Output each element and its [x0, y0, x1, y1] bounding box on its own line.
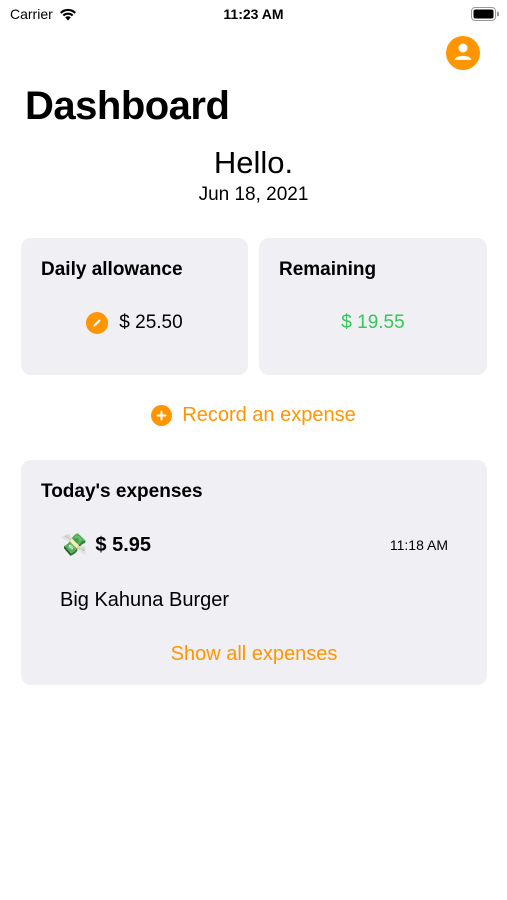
date-text: Jun 18, 2021 — [198, 184, 309, 205]
allowance-value-row: $ 25.50 — [21, 312, 248, 334]
expense-time: 11:18 AM — [389, 537, 448, 553]
record-expense-label: Record an expense — [182, 404, 356, 426]
status-bar: Carrier 11:23 AM — [0, 0, 507, 30]
remaining-title: Remaining — [279, 259, 377, 280]
expense-item[interactable]: 💸 $ 5.95 11:18 AM — [60, 532, 448, 558]
remaining-card: Remaining $ 19.55 — [259, 238, 487, 375]
status-time: 11:23 AM — [223, 6, 284, 22]
expense-amount: $ 5.95 — [95, 533, 152, 556]
daily-allowance-title: Daily allowance — [41, 259, 183, 280]
remaining-value: $ 19.55 — [341, 312, 405, 333]
pencil-icon[interactable] — [86, 312, 109, 334]
battery-icon — [471, 7, 500, 26]
profile-button[interactable] — [446, 36, 480, 70]
page-title: Dashboard — [25, 84, 230, 128]
todays-expenses-title: Today's expenses — [41, 481, 203, 502]
expense-description: Big Kahuna Burger — [60, 589, 230, 611]
todays-expenses-card: Today's expenses 💸 $ 5.95 11:18 AM Big K… — [21, 460, 487, 685]
plus-icon — [151, 405, 173, 426]
daily-allowance-card: Daily allowance $ 25.50 — [21, 238, 248, 375]
show-all-expenses-button[interactable]: Show all expenses — [21, 643, 487, 666]
record-expense-button[interactable]: Record an expense — [0, 404, 507, 427]
allowance-value: $ 25.50 — [119, 312, 183, 333]
greeting-text: Hello. — [213, 145, 294, 180]
money-with-wings-icon: 💸 — [60, 532, 88, 557]
person-icon — [452, 40, 474, 67]
